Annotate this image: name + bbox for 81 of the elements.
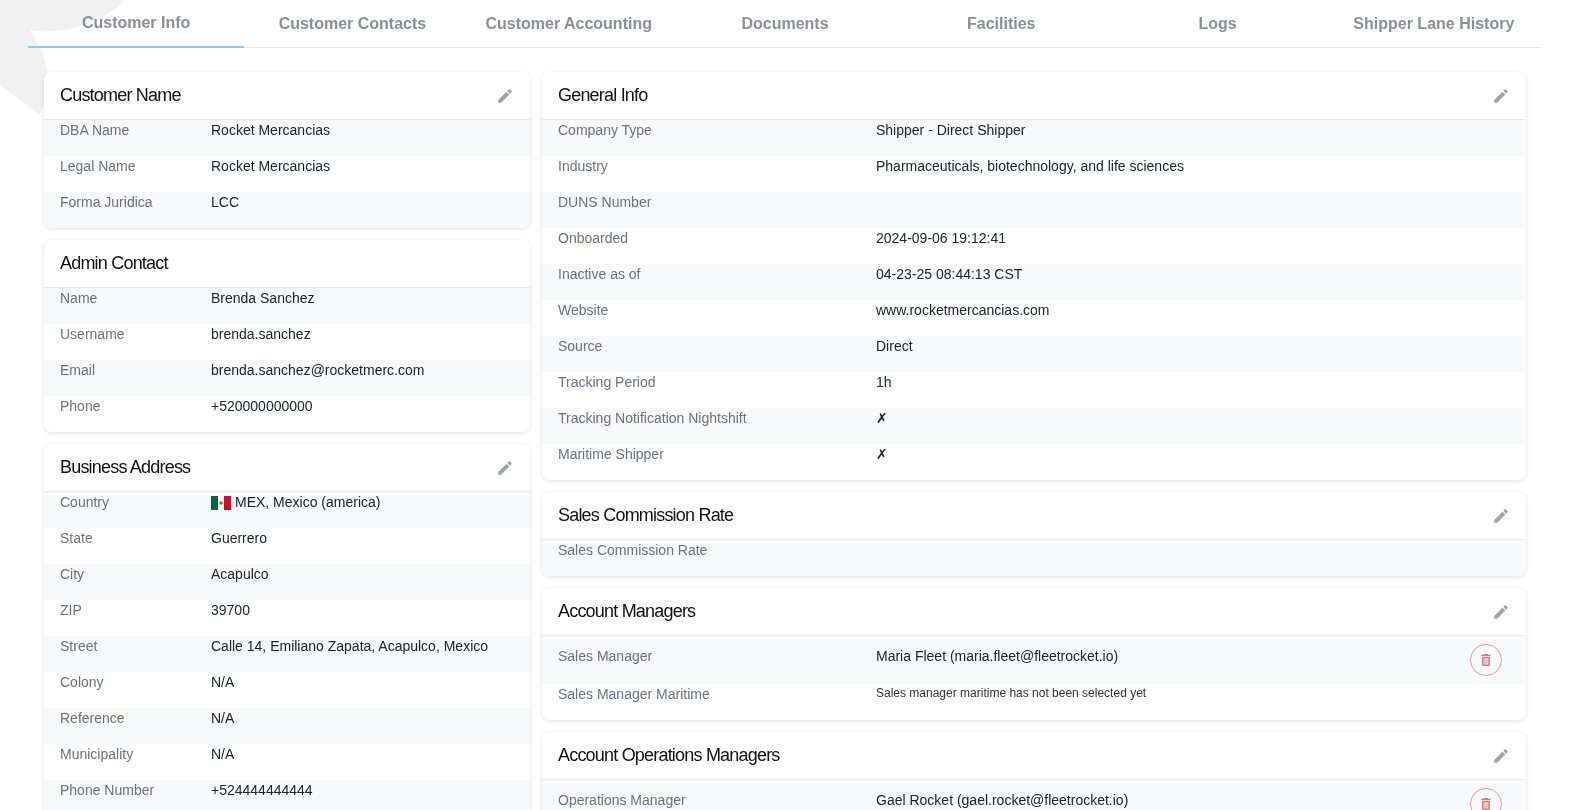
field-label: Tracking Period — [558, 373, 657, 392]
field-label: Email — [60, 361, 96, 380]
field-value: +520000000000 — [211, 397, 313, 416]
field-label: ZIP — [60, 601, 83, 620]
field-label: Source — [558, 337, 604, 356]
field-value: Guerrero — [211, 529, 268, 548]
field-value: 1h — [876, 373, 892, 392]
field-value: Direct — [876, 337, 913, 356]
field-value: MEX, Mexico (america) — [235, 493, 381, 512]
field-value: N/A — [211, 745, 235, 764]
field-value: 2024-09-06 19:12:41 — [876, 229, 1006, 248]
tab[interactable]: Facilities — [893, 0, 1110, 48]
field-label: Maritime Shipper — [558, 445, 665, 464]
field-label: Street — [60, 637, 99, 656]
field-value: 39700 — [211, 601, 250, 620]
card-title: Account Operations Managers — [558, 744, 780, 767]
edit-icon[interactable] — [1492, 86, 1510, 105]
card-title: Sales Commission Rate — [558, 504, 734, 527]
field-label: Tracking Notification Nightshift — [558, 409, 748, 428]
field-label: Username — [60, 325, 126, 344]
field-label: Municipality — [60, 745, 135, 764]
field-value: 04-23-25 08:44:13 CST — [876, 265, 1023, 284]
field-value: N/A — [211, 709, 235, 728]
card-title: Business Address — [60, 456, 191, 479]
field-value: Acapulco — [211, 565, 269, 584]
edit-icon[interactable] — [1492, 506, 1510, 525]
field-label: Sales Manager Maritime — [558, 685, 711, 704]
edit-icon[interactable] — [496, 458, 514, 477]
flag-icon — [211, 495, 231, 510]
field-value: Pharmaceuticals, biotechnology, and life sciences — [876, 157, 1184, 176]
field-value: N/A — [211, 673, 235, 692]
edit-icon[interactable] — [1492, 746, 1510, 765]
field-label: Forma Juridica — [60, 193, 154, 212]
field-label: Phone Number — [60, 781, 156, 800]
field-label: DBA Name — [60, 121, 131, 140]
card-title: Admin Contact — [60, 252, 168, 275]
field-label: State — [60, 529, 94, 548]
field-value: ✗ — [876, 445, 888, 464]
card-title: Account Managers — [558, 600, 696, 623]
field-label: Sales Commission Rate — [558, 541, 709, 560]
field-value: ✗ — [876, 409, 888, 428]
field-value: Maria Fleet (maria.fleet@fleetrocket.io) — [876, 647, 1119, 666]
field-value: Brenda Sanchez — [211, 289, 315, 308]
field-label: Sales Manager — [558, 647, 654, 666]
field-value: Shipper - Direct Shipper — [876, 121, 1026, 140]
trash-icon — [1478, 652, 1494, 668]
field-label: Reference — [60, 709, 126, 728]
field-label: DUNS Number — [558, 193, 653, 212]
field-label: Company Type — [558, 121, 653, 140]
field-label: Country — [60, 493, 111, 512]
card-title: Customer Name — [60, 84, 181, 107]
tab[interactable]: Customer Contacts — [244, 0, 461, 48]
field-label: Operations Manager — [558, 791, 687, 810]
card-title: General Info — [558, 84, 648, 107]
field-value: brenda.sanchez@rocketmerc.com — [211, 361, 425, 380]
field-label: Colony — [60, 673, 105, 692]
field-value: www.rocketmercancias.com — [876, 301, 1050, 320]
tab[interactable]: Documents — [676, 0, 894, 48]
tab[interactable]: Logs — [1109, 0, 1326, 48]
field-label: Phone — [60, 397, 102, 416]
empty-note: Sales manager maritime has not been selected yet — [876, 685, 1147, 702]
field-value: Rocket Mercancias — [211, 121, 331, 140]
field-value: Calle 14, Emiliano Zapata, Acapulco, Mexico — [211, 637, 489, 656]
field-value: Rocket Mercancias — [211, 157, 331, 176]
field-label: Onboarded — [558, 229, 630, 248]
field-value: brenda.sanchez — [211, 325, 311, 344]
field-label: Legal Name — [60, 157, 137, 176]
tab[interactable]: Customer Accounting — [460, 0, 677, 48]
edit-icon[interactable] — [1492, 602, 1510, 621]
edit-icon[interactable] — [496, 86, 514, 105]
tab[interactable]: Shipper Lane History — [1325, 0, 1542, 48]
tab[interactable]: Customer Info — [28, 0, 245, 48]
field-value: +524444444444 — [211, 781, 313, 800]
trash-icon — [1478, 796, 1494, 810]
field-label: City — [60, 565, 86, 584]
field-label: Website — [558, 301, 610, 320]
field-label: Industry — [558, 157, 609, 176]
field-label: Name — [60, 289, 99, 308]
field-value: Gael Rocket (gael.rocket@fleetrocket.io) — [876, 791, 1129, 810]
field-value: LCC — [211, 193, 239, 212]
field-label: Inactive as of — [558, 265, 642, 284]
